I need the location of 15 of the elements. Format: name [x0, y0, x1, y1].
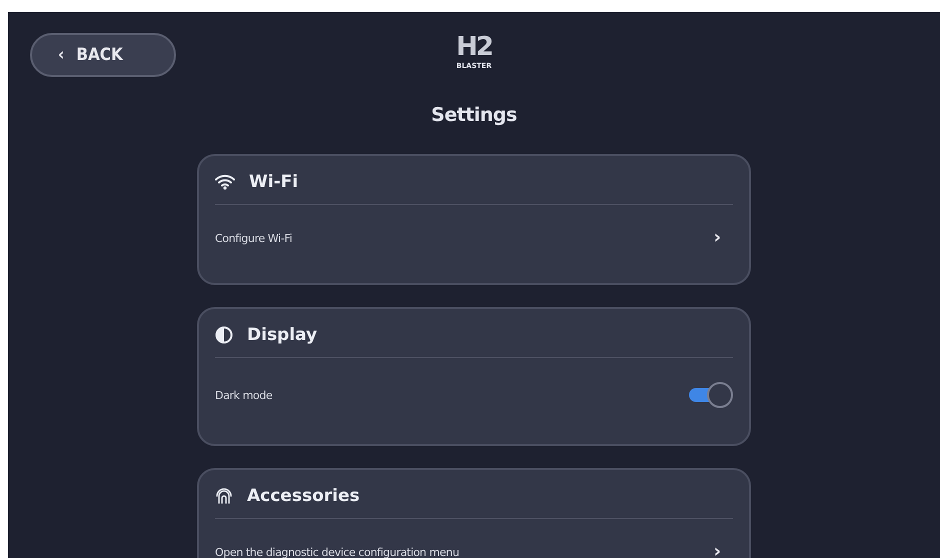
- back-button[interactable]: ‹ BACK: [30, 33, 176, 77]
- page-title: Settings: [431, 104, 517, 126]
- logo-mark: H2: [456, 32, 492, 62]
- setting-link[interactable]: Open the diagnostic device configuration menu: [215, 546, 460, 558]
- toggle-switch[interactable]: [689, 382, 733, 408]
- chevron-icon[interactable]: ›: [714, 543, 721, 558]
- section-title: Wi-Fi: [249, 172, 298, 192]
- wifi-icon: [215, 174, 235, 190]
- section-title: Display: [247, 325, 318, 345]
- accessory-icon: [215, 487, 233, 505]
- chevron-icon[interactable]: ›: [714, 229, 721, 247]
- setting-label: Dark mode: [215, 388, 272, 402]
- setting-link[interactable]: Configure Wi-Fi: [215, 232, 292, 244]
- contrast-icon: [215, 326, 233, 344]
- section-title: Accessories: [247, 486, 360, 506]
